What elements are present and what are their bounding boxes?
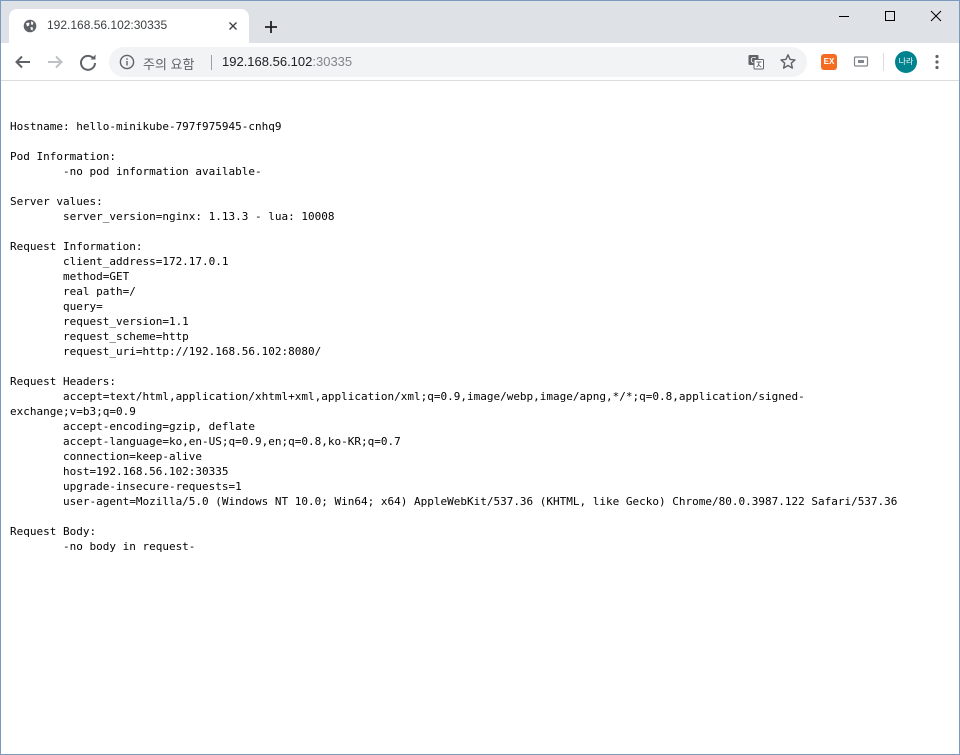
pod-info-line: -no pod information available- bbox=[10, 165, 262, 178]
request-body-header: Request Body: bbox=[10, 525, 97, 538]
url-port: :30335 bbox=[312, 54, 353, 69]
request-header-line: host=192.168.56.102:30335 bbox=[10, 465, 229, 478]
request-info-line: query= bbox=[10, 300, 103, 313]
close-icon[interactable] bbox=[913, 1, 959, 31]
browser-tab[interactable]: 192.168.56.102:30335 bbox=[9, 9, 249, 43]
accept-header-line-wrap: exchange;v=b3;q=0.9 bbox=[10, 405, 136, 418]
browser-toolbar: 주의 요함 192.168.56.102:30335 G EX 나라 bbox=[1, 43, 959, 81]
profile-avatar[interactable]: 나라 bbox=[895, 51, 917, 73]
address-separator bbox=[211, 55, 212, 70]
server-values-line: server_version=nginx: 1.13.3 - lua: 1000… bbox=[10, 210, 335, 223]
tab-close-icon[interactable] bbox=[225, 18, 241, 34]
request-info-line: request_version=1.1 bbox=[10, 315, 189, 328]
request-info-line: client_address=172.17.0.1 bbox=[10, 255, 229, 268]
accept-header-line: accept=text/html,application/xhtml+xml,a… bbox=[10, 390, 805, 403]
ex-extension-icon[interactable]: EX bbox=[821, 54, 837, 70]
request-info-line: real path=/ bbox=[10, 285, 136, 298]
info-icon[interactable] bbox=[119, 54, 135, 70]
address-bar[interactable]: 주의 요함 192.168.56.102:30335 G bbox=[109, 47, 807, 77]
request-header-line: user-agent=Mozilla/5.0 (Windows NT 10.0;… bbox=[10, 495, 898, 508]
request-info-line: request_scheme=http bbox=[10, 330, 189, 343]
security-label[interactable]: 주의 요함 bbox=[143, 54, 194, 73]
hostname-line: Hostname: hello-minikube-797f975945-cnhq… bbox=[10, 120, 282, 133]
maximize-icon[interactable] bbox=[867, 1, 913, 31]
cast-extension-icon[interactable] bbox=[853, 54, 869, 70]
request-header-line: upgrade-insecure-requests=1 bbox=[10, 480, 242, 493]
globe-icon bbox=[23, 19, 37, 33]
server-values-header: Server values: bbox=[10, 195, 103, 208]
request-header-line: connection=keep-alive bbox=[10, 450, 203, 463]
request-header-line: accept-language=ko,en-US;q=0.9,en;q=0.8,… bbox=[10, 435, 401, 448]
translate-icon[interactable]: G bbox=[747, 53, 765, 71]
back-arrow-icon[interactable] bbox=[11, 50, 35, 74]
browser-window: 192.168.56.102:30335 주의 요함 192.168.56.10… bbox=[0, 0, 960, 755]
kebab-menu-icon[interactable] bbox=[929, 53, 945, 71]
forward-arrow-icon[interactable] bbox=[43, 50, 67, 74]
toolbar-divider bbox=[883, 53, 884, 71]
request-header-line: accept-encoding=gzip, deflate bbox=[10, 420, 256, 433]
new-tab-icon[interactable] bbox=[261, 17, 281, 37]
bookmark-star-icon[interactable] bbox=[779, 53, 797, 71]
pod-info-header: Pod Information: bbox=[10, 150, 116, 163]
url-text[interactable]: 192.168.56.102:30335 bbox=[222, 54, 352, 69]
tab-strip: 192.168.56.102:30335 bbox=[1, 1, 959, 43]
request-body-line: -no body in request- bbox=[10, 540, 196, 553]
request-info-header: Request Information: bbox=[10, 240, 143, 253]
echo-server-output: Hostname: hello-minikube-797f975945-cnhq… bbox=[10, 119, 897, 554]
url-host: 192.168.56.102 bbox=[222, 54, 313, 69]
request-info-line: request_uri=http://192.168.56.102:8080/ bbox=[10, 345, 322, 358]
tab-title: 192.168.56.102:30335 bbox=[47, 18, 168, 32]
request-info-line: method=GET bbox=[10, 270, 130, 283]
reload-icon[interactable] bbox=[76, 50, 100, 74]
page-content: Hostname: hello-minikube-797f975945-cnhq… bbox=[1, 82, 959, 754]
minimize-icon[interactable] bbox=[821, 1, 867, 31]
request-headers-header: Request Headers: bbox=[10, 375, 116, 388]
